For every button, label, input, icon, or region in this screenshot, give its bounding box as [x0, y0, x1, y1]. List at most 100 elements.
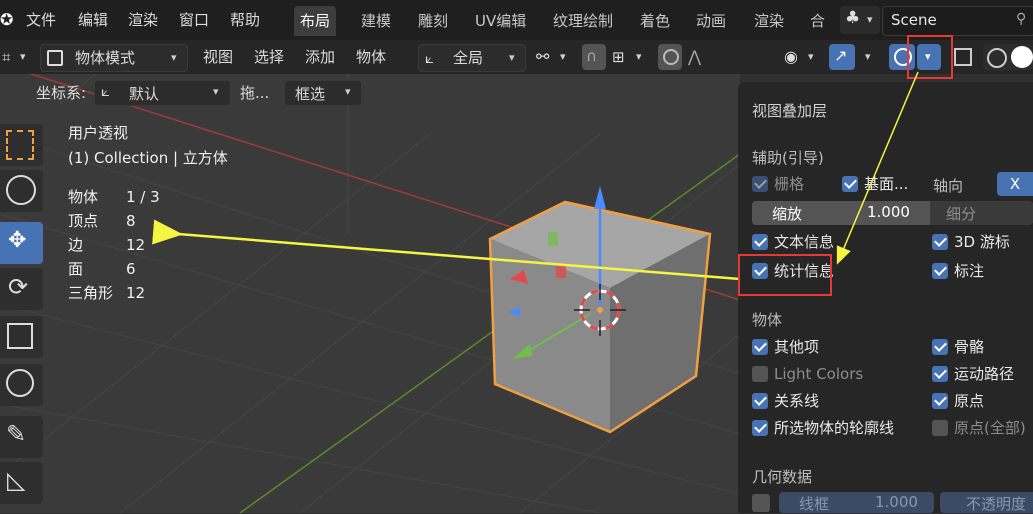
mode-dropdown[interactable]: 物体模式 ▾: [40, 44, 188, 72]
transform-orientation-dropdown[interactable]: ⟀ 全局 ▾: [418, 44, 526, 72]
bones-checkbox[interactable]: 骨骼: [932, 336, 984, 358]
falloff-button[interactable]: ⋀: [686, 44, 726, 70]
checkbox-icon: [752, 339, 768, 355]
menu-help[interactable]: 帮助: [230, 0, 260, 40]
menu-file[interactable]: 文件: [26, 0, 56, 40]
axis-label: 轴向: [933, 177, 964, 195]
wireframe-opacity-field[interactable]: 不透明度: [940, 492, 1033, 513]
snap-toggle-button[interactable]: ∩: [582, 44, 606, 70]
menu-select[interactable]: 选择: [254, 44, 284, 70]
tool-select-box[interactable]: [0, 124, 43, 166]
pivot-icon: ⚯: [536, 47, 550, 66]
select-mode-dropdown[interactable]: 框选 ▾: [284, 80, 362, 106]
wireframe-value: 1.000: [875, 493, 918, 511]
checkbox-icon: [752, 234, 768, 250]
menu-edit[interactable]: 编辑: [78, 0, 108, 40]
tool-annotate[interactable]: ✎: [0, 416, 43, 458]
annotations-checkbox[interactable]: 标注: [932, 260, 984, 282]
checkbox-icon: [932, 366, 948, 382]
light-colors-checkbox[interactable]: Light Colors: [752, 363, 863, 385]
blender-logo-icon[interactable]: ✪: [0, 10, 16, 30]
eye-icon: ◉: [784, 47, 798, 66]
3d-cursor-checkbox[interactable]: 3D 游标: [932, 231, 1010, 253]
relationship-lines-checkbox[interactable]: 关系线: [752, 390, 819, 412]
checkbox-icon: [752, 393, 768, 409]
editor-type-button[interactable]: ⌗ ▾: [0, 44, 34, 70]
menu-window[interactable]: 窗口: [179, 0, 209, 40]
checkbox-label: 标注: [954, 262, 985, 280]
floor-checkbox[interactable]: 基面...: [842, 173, 908, 195]
checkbox-icon: [932, 263, 948, 279]
scene-name-field[interactable]: Scene ⚲: [882, 6, 1033, 36]
stat-value: 6: [126, 260, 136, 278]
tab-layout[interactable]: 布局: [294, 6, 337, 36]
stat-value: 12: [126, 284, 146, 302]
grid-subdivisions-field[interactable]: 细分: [930, 201, 1033, 225]
grid-checkbox[interactable]: 栅格: [752, 173, 804, 195]
outline-selected-checkbox[interactable]: 所选物体的轮廓线: [752, 417, 894, 439]
fake-user-icon[interactable]: ⚲: [1016, 11, 1026, 27]
pivot-point-button[interactable]: ⚯ ▾: [534, 44, 574, 70]
gizmo-toggle-button[interactable]: ↗: [829, 44, 855, 70]
3d-viewport[interactable]: 用户透视 (1) Collection | 立方体 物体 1 / 3 顶点 8 边 1…: [0, 74, 740, 513]
tab-shading[interactable]: 着色: [634, 6, 676, 36]
stat-label: 物体: [68, 188, 99, 206]
checkbox-label: 基面...: [864, 175, 909, 193]
motion-paths-checkbox[interactable]: 运动路径: [932, 363, 1014, 385]
coord-system-label: 坐标系:: [36, 84, 87, 102]
popover-title: 视图叠加层: [752, 102, 828, 120]
solid-shading-icon[interactable]: [1011, 46, 1033, 68]
wireframe-threshold-field[interactable]: 线框 1.000: [779, 492, 934, 513]
checkbox-label: 运动路径: [954, 365, 1015, 383]
xray-toggle-button[interactable]: [950, 44, 976, 70]
tool-rotate[interactable]: ⟳: [0, 268, 43, 310]
tool-measure[interactable]: ◺: [0, 462, 43, 504]
axis-x-toggle[interactable]: X: [997, 172, 1033, 196]
tab-modeling[interactable]: 建模: [355, 6, 397, 36]
checkbox-icon: [752, 176, 768, 192]
menu-add[interactable]: 添加: [305, 44, 335, 70]
magnet-icon: ∩: [586, 47, 597, 65]
coord-system-dropdown[interactable]: ⟀ 默认 ▾: [94, 80, 231, 106]
chevron-down-icon: ▾: [808, 50, 814, 63]
snap-increment-icon: ⊞: [612, 48, 625, 66]
scene-selector-button[interactable]: ♣ ▾: [840, 6, 880, 34]
wireframe-shading-icon[interactable]: [987, 48, 1007, 68]
tab-animation[interactable]: 动画: [690, 6, 732, 36]
origins-all-checkbox[interactable]: 原点(全部): [932, 417, 1026, 439]
tool-scale[interactable]: [0, 316, 43, 358]
tab-rendering[interactable]: 渲染: [748, 6, 790, 36]
tab-texture-paint[interactable]: 纹理绘制: [547, 6, 619, 36]
checkbox-label: 关系线: [774, 392, 820, 410]
visibility-button[interactable]: ◉ ▾: [782, 44, 820, 70]
origins-checkbox[interactable]: 原点: [932, 390, 984, 412]
tab-uv-editing[interactable]: UV编辑: [469, 6, 532, 36]
tab-sculpting[interactable]: 雕刻: [412, 6, 454, 36]
tab-compositing[interactable]: 合: [804, 6, 831, 36]
checkbox-label: 所选物体的轮廓线: [774, 419, 895, 437]
menu-object[interactable]: 物体: [356, 44, 386, 70]
menu-view[interactable]: 视图: [203, 44, 233, 70]
scale-icon: [7, 323, 33, 349]
text-info-checkbox[interactable]: 文本信息: [752, 231, 834, 253]
checkbox-icon: [752, 420, 768, 436]
snap-target-button[interactable]: ⊞ ▾: [610, 44, 650, 70]
checkbox-label: 原点(全部): [954, 419, 1026, 437]
chevron-down-icon: ▾: [867, 13, 873, 26]
proportional-edit-button[interactable]: [658, 44, 682, 70]
checkbox-icon: [842, 176, 858, 192]
tool-move[interactable]: ✥: [0, 222, 43, 264]
tool-transform[interactable]: [0, 364, 43, 406]
menu-render[interactable]: 渲染: [128, 0, 158, 40]
shading-mode-buttons[interactable]: [983, 44, 1033, 70]
extras-checkbox[interactable]: 其他项: [752, 336, 819, 358]
pencil-icon: ✎: [6, 420, 27, 448]
scale-label: 缩放: [772, 205, 803, 223]
stat-value: 1 / 3: [126, 188, 160, 206]
chevron-down-icon: ▾: [20, 50, 26, 63]
rotate-icon: ⟳: [8, 273, 29, 301]
tool-cursor[interactable]: [0, 170, 43, 212]
wireframe-checkbox[interactable]: [752, 494, 770, 512]
gizmo-dropdown-button[interactable]: ▾: [858, 44, 880, 70]
drag-label: 拖...: [240, 84, 270, 102]
